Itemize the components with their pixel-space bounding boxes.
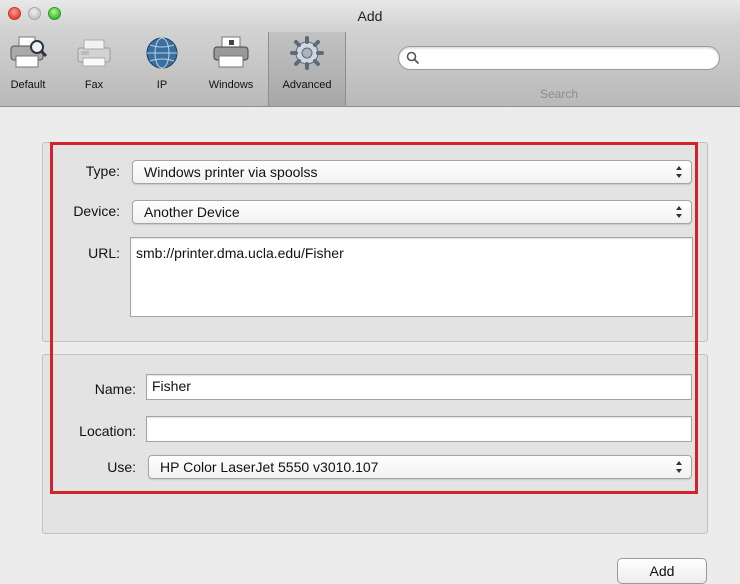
type-value: Windows printer via spoolss: [144, 164, 318, 180]
type-label: Type:: [85, 163, 120, 179]
name-value: Fisher: [152, 378, 191, 394]
url-label: URL:: [88, 245, 120, 261]
toolbar-windows-button[interactable]: Windows: [198, 36, 264, 104]
location-field[interactable]: [146, 416, 692, 442]
toolbar-label: Fax: [84, 79, 104, 91]
up-down-arrows-icon: [676, 461, 682, 473]
up-down-arrows-icon: [676, 206, 682, 218]
globe-icon: [146, 37, 178, 69]
device-value: Another Device: [144, 204, 240, 220]
search-icon: [406, 51, 420, 65]
toolbar-fax-button[interactable]: Fax: [70, 36, 118, 104]
toolbar-advanced-button[interactable]: Advanced: [268, 32, 346, 106]
gear-icon: [290, 36, 324, 70]
use-value: HP Color LaserJet 5550 v3010.107: [160, 459, 379, 475]
title-bar: Add: [0, 0, 740, 28]
url-textarea[interactable]: smb://printer.dma.ucla.edu/Fisher: [130, 237, 693, 317]
printer-search-icon: [10, 36, 48, 68]
toolbar-label: Advanced: [282, 79, 332, 91]
fax-icon: [77, 39, 111, 67]
up-down-arrows-icon: [676, 166, 682, 178]
device-label: Device:: [73, 203, 120, 219]
toolbar: Default Fax IP Windows Advanced Search: [0, 28, 740, 107]
search-label: Search: [539, 87, 579, 101]
use-popup[interactable]: HP Color LaserJet 5550 v3010.107: [148, 455, 692, 479]
toolbar-ip-button[interactable]: IP: [140, 36, 184, 104]
device-popup[interactable]: Another Device: [132, 200, 692, 224]
toolbar-label: Windows: [208, 79, 254, 91]
location-label: Location:: [79, 423, 136, 439]
windows-printer-icon: [213, 36, 249, 68]
name-field[interactable]: Fisher: [146, 374, 692, 400]
name-label: Name:: [94, 381, 136, 397]
url-value: smb://printer.dma.ucla.edu/Fisher: [136, 245, 344, 261]
toolbar-default-button[interactable]: Default: [1, 36, 55, 104]
toolbar-label: Default: [10, 79, 46, 91]
add-button[interactable]: Add: [617, 558, 707, 584]
window-title: Add: [357, 8, 383, 24]
type-popup[interactable]: Windows printer via spoolss: [132, 160, 692, 184]
use-label: Use:: [107, 459, 136, 475]
toolbar-label: IP: [156, 79, 168, 91]
search-field[interactable]: [398, 46, 720, 70]
search-input[interactable]: [425, 49, 709, 69]
